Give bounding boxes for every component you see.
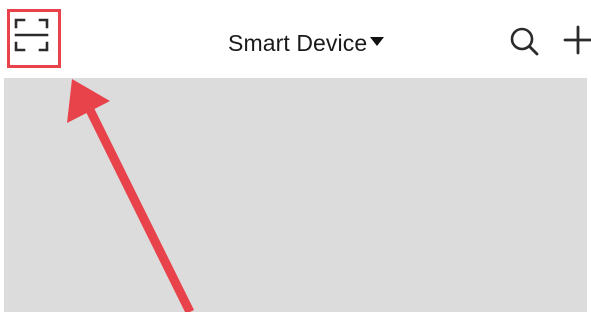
top-bar: Smart Device (0, 0, 591, 78)
page-title: Smart Device (228, 29, 368, 56)
plus-icon (563, 25, 591, 55)
caret-down-icon (369, 34, 385, 52)
add-button[interactable] (562, 24, 591, 60)
search-icon (510, 27, 539, 56)
device-category-dropdown[interactable]: Smart Device (228, 26, 385, 60)
scan-frame-icon (14, 18, 49, 52)
app-screen: Smart Device (0, 0, 591, 312)
search-button[interactable] (507, 24, 543, 60)
device-list-area (4, 78, 587, 312)
scan-button[interactable] (14, 17, 50, 53)
